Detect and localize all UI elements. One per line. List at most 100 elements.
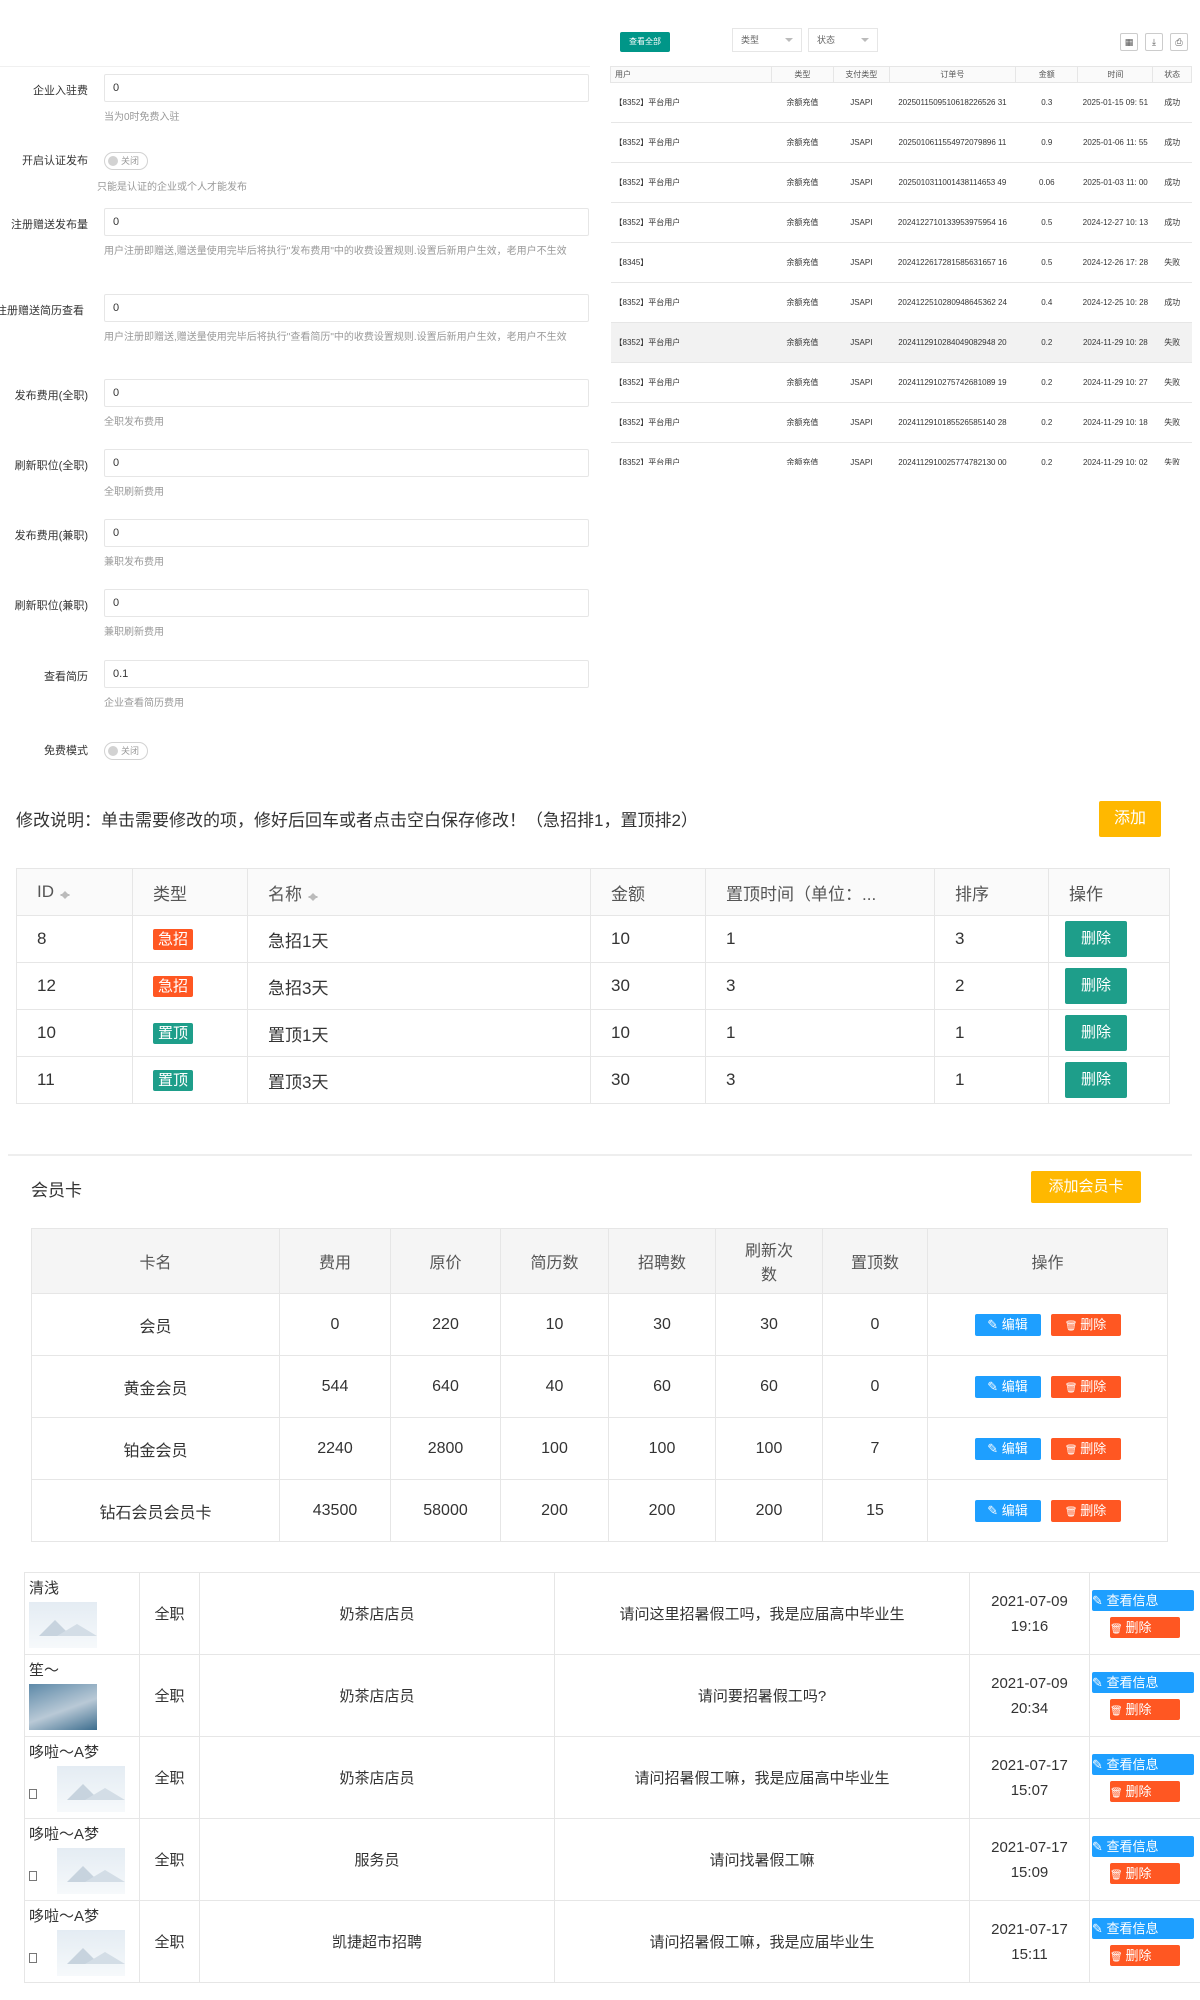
add-member-card-button[interactable]: 添加会员卡 — [1031, 1171, 1141, 1203]
print-icon[interactable]: ⎙ — [1170, 33, 1188, 51]
applicant-name: 哆啦～A梦 — [29, 1908, 100, 1925]
cell-job-type: 全职 — [139, 1818, 200, 1901]
table-row[interactable]: 【8352】平台用户 余额充值 JSAPI 202411291027574268108… — [610, 362, 1192, 403]
table-row[interactable]: 【8352】平台用户 余额充值 JSAPI 202411291002577478213… — [610, 442, 1192, 465]
checkbox[interactable] — [29, 1953, 37, 1963]
delete-button[interactable]: 删除 — [1065, 1062, 1127, 1098]
table-row[interactable]: 11 置顶 置顶3天 30 3 1 删除 — [16, 1056, 1170, 1104]
delete-button[interactable]: 🗑 删除 — [1050, 1499, 1121, 1522]
cell-name[interactable]: 置顶1天 — [247, 1009, 591, 1057]
cell-name[interactable]: 置顶3天 — [247, 1056, 591, 1104]
table-row[interactable]: 【8352】平台用户 余额充值 JSAPI 202411291028404908294… — [610, 322, 1192, 363]
cell-sort[interactable]: 1 — [934, 1056, 1049, 1104]
view-info-button[interactable]: ✎ 查看信息 — [1092, 1917, 1194, 1939]
cell-days[interactable]: 3 — [705, 1056, 935, 1104]
applicant-avatar — [57, 1848, 125, 1894]
apply-date: 2021-07-17 — [991, 1920, 1068, 1938]
edit-button[interactable]: ✎ 编辑 — [974, 1313, 1041, 1336]
add-promo-button[interactable]: 添加 — [1099, 801, 1161, 837]
setting-switch[interactable]: 关闭 — [104, 152, 148, 170]
setting-input[interactable]: 0 — [104, 379, 589, 407]
delete-button[interactable]: 🗑 删除 — [1110, 1698, 1180, 1720]
cell-id[interactable]: 8 — [16, 915, 133, 963]
setting-hint: 用户注册即赠送,赠送量使用完毕后将执行"查看简历"中的收费设置规则.设置后新用户… — [104, 332, 567, 343]
type-filter-select[interactable]: 类型 — [732, 28, 802, 52]
delete-button[interactable]: 🗑 删除 — [1110, 1780, 1180, 1802]
delete-button[interactable]: 🗑 删除 — [1110, 1616, 1180, 1638]
table-row[interactable]: 8 急招 急招1天 10 1 3 删除 — [16, 915, 1170, 963]
column-header[interactable]: 名称 — [247, 868, 591, 916]
status-filter-select[interactable]: 状态 — [808, 28, 878, 52]
delete-button[interactable]: 🗑 删除 — [1050, 1437, 1121, 1460]
delete-button[interactable]: 删除 — [1065, 921, 1127, 957]
table-row: 会员 0 220 10 30 30 0 ✎ 编辑 🗑 删除 — [31, 1293, 1168, 1356]
checkbox[interactable] — [29, 1789, 37, 1799]
table-cell: 0.5 — [1015, 202, 1078, 243]
table-cell: JSAPI — [833, 442, 890, 465]
table-row[interactable]: 【8352】平台用户 余额充值 JSAPI 202412271013395397595… — [610, 202, 1192, 243]
view-info-button[interactable]: ✎ 查看信息 — [1092, 1753, 1194, 1775]
cell-days[interactable]: 3 — [705, 962, 935, 1010]
table-row: 清浅 全职 奶茶店店员 请问这里招暑假工吗，我是应届高中毕业生 2021-07-09 19… — [24, 1572, 1200, 1655]
column-header[interactable]: ID — [16, 868, 133, 916]
delete-button[interactable]: 🗑 删除 — [1050, 1313, 1121, 1336]
table-row[interactable]: 【8352】平台用户 余额充值 JSAPI 202501061155497207989… — [610, 122, 1192, 163]
setting-switch[interactable]: 关闭 — [104, 742, 148, 760]
cell-amount[interactable]: 10 — [590, 915, 706, 963]
sort-icon[interactable] — [308, 888, 318, 902]
cell-datetime: 2021-07-09 19:16 — [969, 1572, 1090, 1655]
table-cell: 余额充值 — [771, 282, 834, 323]
delete-button[interactable]: 🗑 删除 — [1110, 1862, 1180, 1884]
cell-name[interactable]: 急招1天 — [247, 915, 591, 963]
cell-name[interactable]: 急招3天 — [247, 962, 591, 1010]
setting-input[interactable]: 0.1 — [104, 660, 589, 688]
checkbox[interactable] — [29, 1871, 37, 1881]
cell-sort[interactable]: 3 — [934, 915, 1049, 963]
export-icon[interactable]: ⤓ — [1145, 33, 1163, 51]
cell-id[interactable]: 10 — [16, 1009, 133, 1057]
cell-id[interactable]: 11 — [16, 1056, 133, 1104]
columns-icon[interactable]: ▦ — [1120, 33, 1138, 51]
cell-id[interactable]: 12 — [16, 962, 133, 1010]
table-row[interactable]: 10 置顶 置顶1天 10 1 1 删除 — [16, 1009, 1170, 1057]
view-info-button[interactable]: ✎ 查看信息 — [1092, 1671, 1194, 1693]
table-cell: 2025011509510618226526 31 — [889, 82, 1016, 123]
edit-button[interactable]: ✎ 编辑 — [974, 1437, 1041, 1460]
setting-input[interactable]: 0 — [104, 449, 589, 477]
delete-button[interactable]: 删除 — [1065, 968, 1127, 1004]
cell-days[interactable]: 1 — [705, 1009, 935, 1057]
delete-button[interactable]: 🗑 删除 — [1050, 1375, 1121, 1398]
cell-sort[interactable]: 1 — [934, 1009, 1049, 1057]
delete-button[interactable]: 🗑 删除 — [1110, 1944, 1180, 1966]
table-cell: 余额充值 — [771, 82, 834, 123]
cell-amount[interactable]: 10 — [590, 1009, 706, 1057]
column-header: 订单号 — [888, 66, 1017, 83]
cell-job: 服务员 — [199, 1818, 555, 1901]
cell-amount[interactable]: 30 — [590, 1056, 706, 1104]
cell-days[interactable]: 1 — [705, 915, 935, 963]
delete-button[interactable]: 删除 — [1065, 1015, 1127, 1051]
sort-icon[interactable] — [60, 886, 70, 900]
table-row: 笙～ 全职 奶茶店店员 请问要招暑假工吗? 2021-07-09 20:34 ✎ 查看信息… — [24, 1654, 1200, 1737]
table-row[interactable]: 【8345】 余额充值 JSAPI 2024122617281585631657 16… — [610, 242, 1192, 283]
setting-input[interactable]: 0 — [104, 519, 589, 547]
view-info-button[interactable]: ✎ 查看信息 — [1092, 1835, 1194, 1857]
table-row[interactable]: 【8352】平台用户 余额充值 JSAPI 202412251028094864536… — [610, 282, 1192, 323]
table-row[interactable]: 12 急招 急招3天 30 3 2 删除 — [16, 962, 1170, 1010]
setting-input[interactable]: 0 — [104, 208, 589, 236]
setting-label: 注册赠送发布量 — [11, 219, 88, 231]
table-row[interactable]: 【8352】平台用户 余额充值 JSAPI 202501031100143811465… — [610, 162, 1192, 203]
view-info-button[interactable]: ✎ 查看信息 — [1092, 1589, 1194, 1611]
setting-input[interactable]: 0 — [104, 74, 589, 102]
cell-amount[interactable]: 30 — [590, 962, 706, 1010]
table-cell: 2024122617281585631657 16 — [889, 242, 1016, 283]
setting-input[interactable]: 0 — [104, 589, 589, 617]
setting-input[interactable]: 0 — [104, 294, 589, 322]
table-cell: 余额充值 — [771, 442, 834, 465]
cell-sort[interactable]: 2 — [934, 962, 1049, 1010]
table-row[interactable]: 【8352】平台用户 余额充值 JSAPI 202501150951061822652… — [610, 82, 1192, 123]
edit-button[interactable]: ✎ 编辑 — [974, 1375, 1041, 1398]
edit-button[interactable]: ✎ 编辑 — [974, 1499, 1041, 1522]
table-row[interactable]: 【8352】平台用户 余额充值 JSAPI 202411291018552658514… — [610, 402, 1192, 443]
view-all-button[interactable]: 查看全部 — [620, 32, 670, 52]
